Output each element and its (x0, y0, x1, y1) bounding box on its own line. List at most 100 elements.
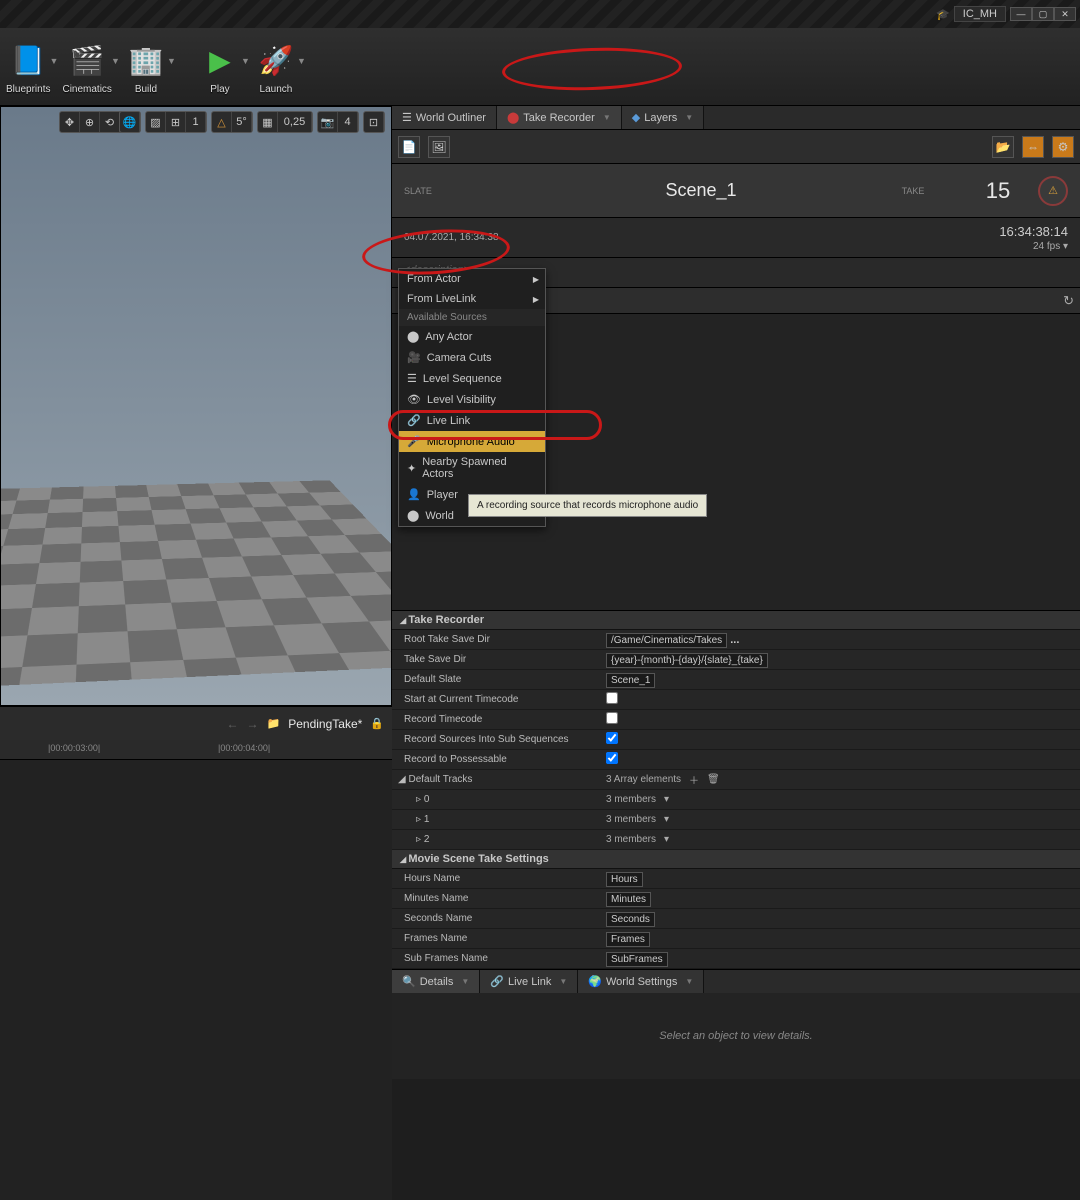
dd-from-actor[interactable]: From Actor▶ (399, 269, 545, 289)
tab-livelink[interactable]: 🔗Live Link▼ (480, 970, 578, 993)
lock-icon[interactable]: 🔒 (370, 717, 384, 730)
root-dir-value[interactable]: /Game/Cinematics/Takes (606, 633, 727, 648)
dd-camera-cuts[interactable]: 🎥Camera Cuts (399, 347, 545, 368)
save-dir-label: Take Save Dir (392, 654, 606, 665)
source-dropdown: From Actor▶ From LiveLink▶ Available Sou… (398, 268, 546, 527)
surface-snap-icon[interactable]: ▨ (146, 112, 166, 132)
new-take-icon[interactable]: 📄 (398, 136, 420, 158)
track-2[interactable]: ▹ 2 (392, 834, 606, 845)
chevron-down-icon[interactable]: ▾ (664, 794, 669, 805)
add-element-icon[interactable]: ＋ (689, 772, 699, 787)
snap-value-1[interactable]: 1 (186, 112, 206, 132)
camera-speed-icon[interactable]: 📷 (318, 112, 338, 132)
start-tc-label: Start at Current Timecode (392, 694, 606, 705)
chevron-down-icon[interactable]: ▾ (664, 814, 669, 825)
tab-layers[interactable]: ◆Layers▼ (622, 106, 704, 129)
dd-microphone-audio[interactable]: 🎤Microphone Audio (399, 431, 545, 452)
maximize-button[interactable]: ▢ (1032, 7, 1054, 21)
subframes-value[interactable]: SubFrames (606, 952, 668, 967)
minutes-label: Minutes Name (392, 893, 606, 904)
sequencer-timeline[interactable]: |00:00:03:00| |00:00:04:00| (0, 740, 392, 1200)
clear-elements-icon[interactable]: 🗑 (707, 774, 720, 785)
nav-back-icon[interactable]: ← (227, 717, 239, 731)
slate-bar: SLATE Scene_1 TAKE 15 ⚠ (392, 164, 1080, 218)
tab-world-outliner[interactable]: ☰World Outliner (392, 106, 497, 129)
tab-take-recorder[interactable]: ⬤Take Recorder▼ (497, 106, 622, 129)
viewport-snap-tools: 🌐 ▨⊞1 △5° ▦0,25 📷4 ⊡ (119, 111, 385, 133)
viewport[interactable]: ✥ ⊕ ⟲ ⤢ 🌐 ▨⊞1 △5° ▦0,25 📷4 ⊡ (0, 106, 392, 706)
toolbar-play[interactable]: ▶Play▼ (192, 34, 248, 99)
dd-level-sequence[interactable]: ☰Level Sequence (399, 368, 545, 389)
minutes-value[interactable]: Minutes (606, 892, 651, 907)
minimize-button[interactable]: — (1010, 7, 1032, 21)
time-ruler[interactable]: |00:00:03:00| |00:00:04:00| (0, 740, 392, 760)
save-dir-value[interactable]: {year}-{month}-{day}/{slate}_{take} (606, 653, 768, 668)
hours-value[interactable]: Hours (606, 872, 643, 887)
dd-live-link[interactable]: 🔗Live Link (399, 410, 545, 431)
browse-take-icon[interactable]: 🖼 (428, 136, 450, 158)
track-1[interactable]: ▹ 1 (392, 814, 606, 825)
grid-snap-icon[interactable]: ⊞ (166, 112, 186, 132)
rotate-tool-icon[interactable]: ⟲ (100, 112, 120, 132)
default-slate-value[interactable]: Scene_1 (606, 673, 655, 688)
globe-icon[interactable]: 🌐 (120, 112, 140, 132)
frames-value[interactable]: Frames (606, 932, 650, 947)
possess-checkbox[interactable] (606, 752, 618, 764)
open-folder-icon[interactable]: 📂 (992, 136, 1014, 158)
subseq-checkbox[interactable] (606, 732, 618, 744)
subframes-label: Sub Frames Name (392, 953, 606, 964)
section-take-recorder[interactable]: Take Recorder (392, 611, 1080, 630)
scale-snap-value[interactable]: 0,25 (278, 112, 312, 132)
properties-panel: Take Recorder Root Take Save Dir/Game/Ci… (392, 610, 1080, 969)
slate-label: SLATE (404, 186, 534, 196)
track-0[interactable]: ▹ 0 (392, 794, 606, 805)
default-slate-label: Default Slate (392, 674, 606, 685)
refresh-icon[interactable]: ↻ (1063, 293, 1074, 309)
camera-speed-value[interactable]: 4 (338, 112, 358, 132)
section-movie-scene[interactable]: Movie Scene Take Settings (392, 850, 1080, 869)
viewport-expand-icon[interactable]: ⊡ (364, 112, 384, 132)
toolbar-build[interactable]: 🏢Build▼ (118, 34, 174, 99)
select-tool-icon[interactable]: ✥ (60, 112, 80, 132)
folder-icon[interactable]: 📁 (267, 717, 281, 730)
record-button[interactable]: ⚠ (1038, 176, 1068, 206)
browse-dir-button[interactable]: ... (730, 634, 739, 646)
sequence-name[interactable]: PendingTake* (288, 717, 362, 731)
toolbar-cinematics[interactable]: 🎬Cinematics▼ (56, 34, 117, 99)
seconds-label: Seconds Name (392, 913, 606, 924)
ruler-mark-3: |00:00:03:00| (48, 743, 100, 753)
frames-label: Frames Name (392, 933, 606, 944)
close-button[interactable]: ✕ (1054, 7, 1076, 21)
nav-fwd-icon[interactable]: → (247, 717, 259, 731)
dd-from-livelink[interactable]: From LiveLink▶ (399, 289, 545, 309)
details-empty-text: Select an object to view details. (659, 1030, 812, 1042)
seconds-value[interactable]: Seconds (606, 912, 655, 927)
tab-details[interactable]: 🔍Details▼ (392, 970, 480, 993)
toolbar-launch[interactable]: 🚀Launch▼ (248, 34, 304, 99)
chevron-down-icon[interactable]: ▾ (664, 834, 669, 845)
take-value[interactable]: 15 (986, 178, 1010, 204)
bottom-tabs: 🔍Details▼ 🔗Live Link▼ 🌍World Settings▼ (392, 969, 1080, 993)
tooltip: A recording source that records micropho… (468, 494, 707, 517)
translate-tool-icon[interactable]: ⊕ (80, 112, 100, 132)
angle-value[interactable]: 5° (232, 112, 252, 132)
toolbar-blueprints[interactable]: 📘Blueprints▼ (0, 34, 56, 99)
record-tc-checkbox[interactable] (606, 712, 618, 724)
take-label: TAKE (902, 186, 925, 196)
main-toolbar: 📘Blueprints▼ 🎬Cinematics▼ 🏢Build▼ ▶Play▼… (0, 28, 1080, 106)
graduation-icon[interactable]: 🎓 (936, 8, 950, 21)
fps-label[interactable]: 24 fps ▾ (1033, 241, 1068, 252)
dd-level-visibility[interactable]: 👁Level Visibility (399, 389, 545, 410)
angle-snap-icon[interactable]: △ (212, 112, 232, 132)
scale-snap-icon[interactable]: ▦ (258, 112, 278, 132)
settings-gear-icon[interactable]: ⚙ (1052, 136, 1074, 158)
review-icon[interactable]: ⇔ (1022, 136, 1044, 158)
tab-world-settings[interactable]: 🌍World Settings▼ (578, 970, 704, 993)
possess-label: Record to Possessable (392, 754, 606, 765)
dd-any-actor[interactable]: ⬤Any Actor (399, 326, 545, 347)
slate-value[interactable]: Scene_1 (665, 180, 736, 201)
sequencer-header: ← → 📁 PendingTake* 🔒 (0, 706, 392, 740)
start-tc-checkbox[interactable] (606, 692, 618, 704)
default-tracks-label[interactable]: ◢ Default Tracks (392, 774, 606, 785)
dd-nearby-spawned[interactable]: ✦Nearby Spawned Actors (399, 452, 545, 484)
